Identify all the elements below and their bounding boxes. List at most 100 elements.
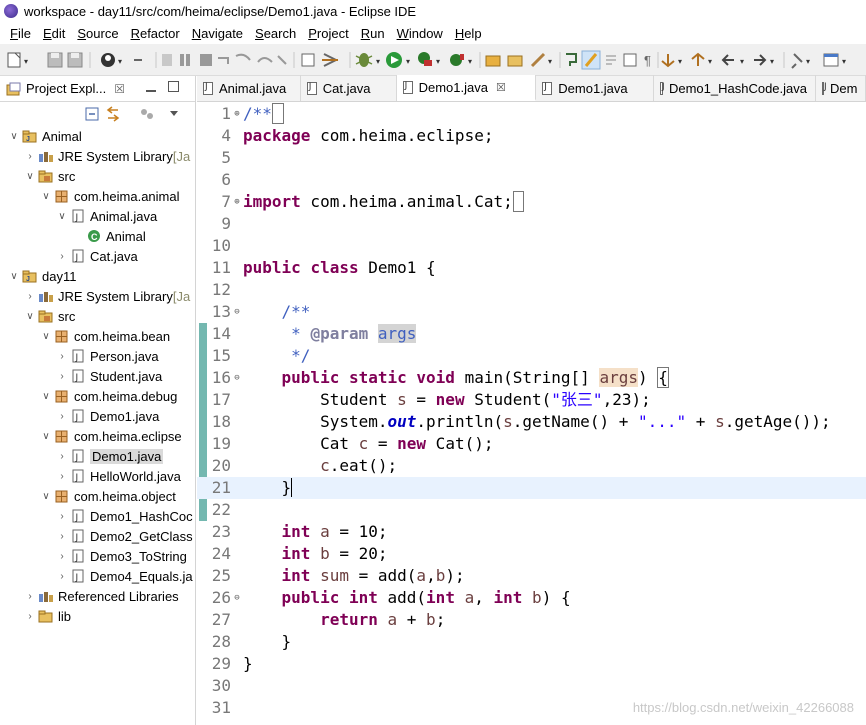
editor-nav-icons[interactable] bbox=[301, 52, 339, 67]
chevron-down-icon[interactable]: ▾ bbox=[24, 57, 28, 66]
run-icon[interactable] bbox=[386, 51, 402, 68]
search-icon[interactable] bbox=[530, 52, 546, 67]
open-type-icon[interactable] bbox=[485, 55, 501, 66]
tree-item[interactable]: › JRE System Library [Ja bbox=[0, 146, 196, 166]
tree-item[interactable]: › J Student.java bbox=[0, 366, 196, 386]
forward-icon[interactable] bbox=[754, 53, 767, 66]
back-icon[interactable] bbox=[721, 53, 734, 66]
chevron-down-icon[interactable]: ∨ bbox=[24, 171, 36, 182]
code-line[interactable]: 10 bbox=[197, 235, 866, 257]
code-line[interactable]: 12 bbox=[197, 279, 866, 301]
tree-item[interactable]: ∨ com.heima.object bbox=[0, 486, 196, 506]
code-line[interactable]: 24 int b = 20; bbox=[197, 543, 866, 565]
annotation-icon[interactable] bbox=[566, 52, 577, 66]
close-tab-icon[interactable]: ☒ bbox=[496, 81, 506, 94]
menu-help[interactable]: Help bbox=[449, 26, 488, 41]
editor-tab[interactable]: Demo1.java bbox=[536, 75, 654, 101]
tree-item[interactable]: ∨ J Animal.java bbox=[0, 206, 196, 226]
code-line[interactable]: 4 package com.heima.eclipse; bbox=[197, 125, 866, 147]
chevron-down-icon[interactable]: ∨ bbox=[8, 271, 20, 282]
editor-tab[interactable]: Dem bbox=[816, 75, 866, 101]
save-all-icon[interactable] bbox=[67, 52, 83, 67]
user-icon[interactable] bbox=[101, 52, 115, 67]
code-line[interactable]: 23 int a = 10; bbox=[197, 521, 866, 543]
tree-item[interactable]: C Animal bbox=[0, 226, 196, 246]
link-with-editor-icon[interactable] bbox=[106, 106, 120, 122]
expand-fold-icon[interactable]: ⊕ bbox=[231, 191, 243, 213]
code-line[interactable]: 1 ⊕/** bbox=[197, 103, 866, 125]
menu-search[interactable]: Search bbox=[249, 26, 302, 41]
menu-refactor[interactable]: Refactor bbox=[125, 26, 186, 41]
tree-item[interactable]: › JRE System Library [Ja bbox=[0, 286, 196, 306]
code-line[interactable]: 5 bbox=[197, 147, 866, 169]
coverage-icon[interactable] bbox=[418, 51, 432, 66]
code-line[interactable]: 20 c.eat(); bbox=[197, 455, 866, 477]
show-whitespace-icon[interactable]: ¶ bbox=[644, 53, 651, 68]
pin-editor-icon[interactable] bbox=[791, 52, 803, 69]
open-folder-icon[interactable] bbox=[507, 55, 523, 66]
code-line[interactable]: 26 ⊖ public int add(int a, int b) { bbox=[197, 587, 866, 609]
tree-item[interactable]: › J Demo1_HashCoc bbox=[0, 506, 196, 526]
code-line[interactable]: 27 return a + b; bbox=[197, 609, 866, 631]
collapse-fold-icon[interactable]: ⊖ bbox=[231, 367, 243, 389]
prev-annotation-icon[interactable] bbox=[691, 52, 705, 66]
code-line[interactable]: 9 bbox=[197, 213, 866, 235]
toggle-mark-occurrences-icon[interactable] bbox=[581, 50, 601, 69]
chevron-right-icon[interactable]: › bbox=[56, 571, 68, 582]
tree-item[interactable]: › J Demo1.java bbox=[0, 446, 196, 466]
code-line[interactable]: 6 bbox=[197, 169, 866, 191]
step-icons[interactable] bbox=[162, 53, 287, 66]
tree-item[interactable]: › lib bbox=[0, 606, 196, 626]
menu-window[interactable]: Window bbox=[391, 26, 449, 41]
code-line[interactable]: 13 ⊖ /** bbox=[197, 301, 866, 323]
chevron-down-icon[interactable]: ∨ bbox=[40, 331, 52, 342]
chevron-down-icon[interactable]: ∨ bbox=[24, 311, 36, 322]
external-tools-icon[interactable] bbox=[450, 53, 464, 66]
expand-fold-icon[interactable]: ⊕ bbox=[231, 103, 243, 125]
chevron-right-icon[interactable]: › bbox=[24, 611, 36, 622]
menu-run[interactable]: Run bbox=[355, 26, 391, 41]
editor-tab[interactable]: Animal.java bbox=[197, 75, 301, 101]
chevron-right-icon[interactable]: › bbox=[56, 471, 68, 482]
filters-icon[interactable] bbox=[141, 109, 153, 119]
chevron-right-icon[interactable]: › bbox=[56, 351, 68, 362]
tree-item[interactable]: › J Cat.java bbox=[0, 246, 196, 266]
tree-item[interactable]: › J Person.java bbox=[0, 346, 196, 366]
chevron-down-icon[interactable]: ∨ bbox=[40, 491, 52, 502]
tree-item[interactable]: › Referenced Libraries bbox=[0, 586, 196, 606]
tree-item[interactable]: › J Demo1.java bbox=[0, 406, 196, 426]
chevron-down-icon[interactable]: ∨ bbox=[8, 131, 20, 142]
tree-item[interactable]: ∨ src bbox=[0, 306, 196, 326]
save-icon[interactable] bbox=[47, 52, 63, 67]
tree-item[interactable]: › J Demo4_Equals.ja bbox=[0, 566, 196, 586]
tree-item[interactable]: ∨ J Animal bbox=[0, 126, 196, 146]
minimize-icon[interactable] bbox=[146, 82, 156, 92]
chevron-down-icon[interactable]: ∨ bbox=[40, 191, 52, 202]
chevron-right-icon[interactable]: › bbox=[24, 291, 36, 302]
block-select-icon[interactable] bbox=[623, 53, 637, 66]
code-line[interactable]: 17 Student s = new Student("张三",23); bbox=[197, 389, 866, 411]
code-line[interactable]: 25 int sum = add(a,b); bbox=[197, 565, 866, 587]
menu-project[interactable]: Project bbox=[302, 26, 354, 41]
chevron-right-icon[interactable]: › bbox=[56, 251, 68, 262]
word-wrap-icon[interactable] bbox=[606, 54, 616, 65]
chevron-right-icon[interactable]: › bbox=[24, 591, 36, 602]
editor-tab[interactable]: Demo1_HashCode.java bbox=[654, 75, 816, 101]
code-line[interactable]: 22 bbox=[197, 499, 866, 521]
view-menu-icon[interactable] bbox=[170, 111, 178, 116]
open-perspective-icon[interactable] bbox=[823, 53, 839, 66]
code-line[interactable]: 16 ⊖ public static void main(String[] arg… bbox=[197, 367, 866, 389]
debug-icon[interactable] bbox=[355, 52, 373, 67]
tree-item[interactable]: › J HelloWorld.java bbox=[0, 466, 196, 486]
chevron-down-icon[interactable]: ∨ bbox=[40, 431, 52, 442]
tree-item[interactable]: ∨ com.heima.bean bbox=[0, 326, 196, 346]
tree-item[interactable]: ∨ src bbox=[0, 166, 196, 186]
chevron-right-icon[interactable]: › bbox=[56, 531, 68, 542]
code-line[interactable]: 21 } bbox=[197, 477, 866, 499]
tree-item[interactable]: ∨ com.heima.debug bbox=[0, 386, 196, 406]
code-line[interactable]: 28 } bbox=[197, 631, 866, 653]
code-line[interactable]: 14 * @param args bbox=[197, 323, 866, 345]
editor-tab[interactable]: Demo1.java ☒ bbox=[396, 75, 537, 101]
code-line[interactable]: 18 System.out.println(s.getName() + "...… bbox=[197, 411, 866, 433]
chevron-right-icon[interactable]: › bbox=[24, 151, 36, 162]
